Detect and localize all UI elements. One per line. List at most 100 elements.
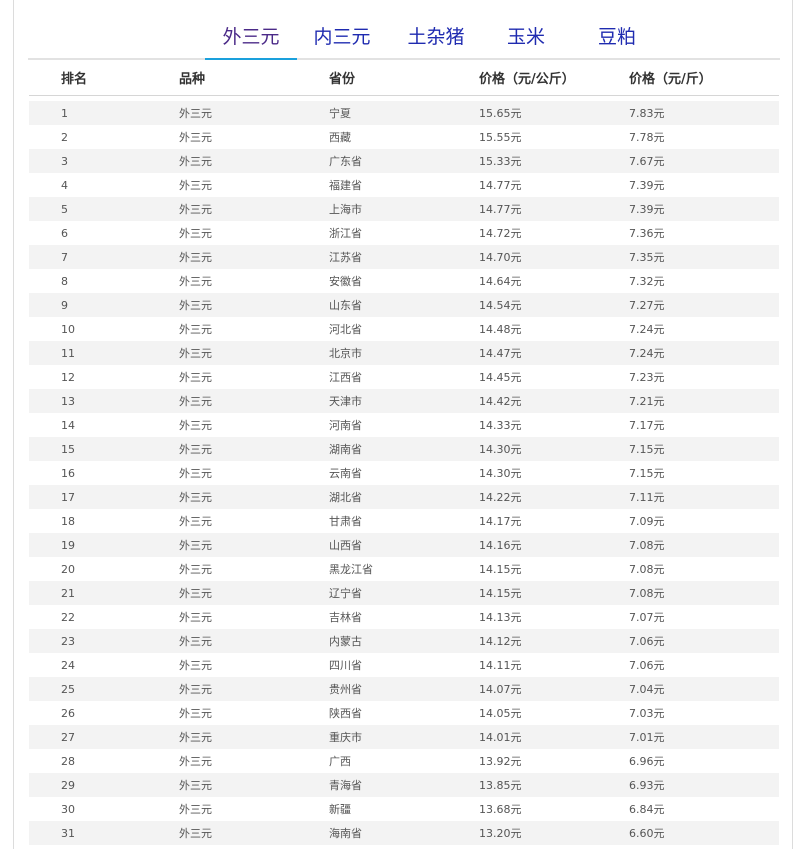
tab-doupo[interactable]: 豆粕 <box>591 22 643 58</box>
cell-price-jin: 7.83元 <box>629 101 779 125</box>
table-row: 24 外三元 四川省 14.11元 7.06元 <box>29 653 779 677</box>
tab-yumi[interactable]: 玉米 <box>500 22 552 58</box>
table-row: 15 外三元 湖南省 14.30元 7.15元 <box>29 437 779 461</box>
table-row: 25 外三元 贵州省 14.07元 7.04元 <box>29 677 779 701</box>
cell-rank: 8 <box>29 269 179 293</box>
cell-variety: 外三元 <box>179 149 329 173</box>
cell-province: 安徽省 <box>329 269 479 293</box>
cell-variety: 外三元 <box>179 605 329 629</box>
variety-tabs: 外三元 内三元 土杂猪 玉米 豆粕 <box>28 0 780 60</box>
table-row: 27 外三元 重庆市 14.01元 7.01元 <box>29 725 779 749</box>
cell-province: 广东省 <box>329 149 479 173</box>
cell-price-kg: 14.16元 <box>479 533 629 557</box>
cell-variety: 外三元 <box>179 725 329 749</box>
cell-price-kg: 14.45元 <box>479 365 629 389</box>
cell-price-kg: 14.11元 <box>479 653 629 677</box>
cell-province: 内蒙古 <box>329 629 479 653</box>
cell-province: 重庆市 <box>329 725 479 749</box>
cell-province: 江西省 <box>329 365 479 389</box>
cell-price-kg: 14.30元 <box>479 461 629 485</box>
cell-price-kg: 14.70元 <box>479 245 629 269</box>
cell-variety: 外三元 <box>179 197 329 221</box>
cell-province: 北京市 <box>329 341 479 365</box>
tab-neisanyuan[interactable]: 内三元 <box>306 22 378 58</box>
cell-province: 宁夏 <box>329 101 479 125</box>
cell-variety: 外三元 <box>179 773 329 797</box>
cell-price-jin: 7.11元 <box>629 485 779 509</box>
cell-province: 西藏 <box>329 125 479 149</box>
cell-variety: 外三元 <box>179 317 329 341</box>
cell-rank: 1 <box>29 101 179 125</box>
table-row: 26 外三元 陕西省 14.05元 7.03元 <box>29 701 779 725</box>
cell-rank: 26 <box>29 701 179 725</box>
cell-province: 湖北省 <box>329 485 479 509</box>
table-row: 17 外三元 湖北省 14.22元 7.11元 <box>29 485 779 509</box>
cell-price-jin: 7.06元 <box>629 653 779 677</box>
cell-variety: 外三元 <box>179 821 329 845</box>
cell-variety: 外三元 <box>179 509 329 533</box>
cell-province: 吉林省 <box>329 605 479 629</box>
cell-province: 福建省 <box>329 173 479 197</box>
table-row: 28 外三元 广西 13.92元 6.96元 <box>29 749 779 773</box>
cell-province: 山东省 <box>329 293 479 317</box>
cell-price-jin: 7.03元 <box>629 701 779 725</box>
cell-price-kg: 14.54元 <box>479 293 629 317</box>
cell-province: 四川省 <box>329 653 479 677</box>
cell-rank: 24 <box>29 653 179 677</box>
cell-rank: 27 <box>29 725 179 749</box>
cell-variety: 外三元 <box>179 461 329 485</box>
cell-rank: 18 <box>29 509 179 533</box>
cell-price-kg: 14.30元 <box>479 437 629 461</box>
cell-price-kg: 14.77元 <box>479 173 629 197</box>
header-rank: 排名 <box>29 60 179 96</box>
cell-price-jin: 7.24元 <box>629 341 779 365</box>
header-price-jin: 价格（元/斤） <box>629 60 779 96</box>
cell-price-kg: 14.12元 <box>479 629 629 653</box>
cell-variety: 外三元 <box>179 173 329 197</box>
cell-rank: 7 <box>29 245 179 269</box>
cell-price-jin: 7.01元 <box>629 725 779 749</box>
table-row: 9 外三元 山东省 14.54元 7.27元 <box>29 293 779 317</box>
cell-price-kg: 14.15元 <box>479 581 629 605</box>
cell-province: 天津市 <box>329 389 479 413</box>
cell-rank: 20 <box>29 557 179 581</box>
tab-waisanyuan[interactable]: 外三元 <box>205 22 297 60</box>
cell-province: 浙江省 <box>329 221 479 245</box>
cell-variety: 外三元 <box>179 677 329 701</box>
cell-rank: 25 <box>29 677 179 701</box>
cell-variety: 外三元 <box>179 533 329 557</box>
cell-price-jin: 7.23元 <box>629 365 779 389</box>
table-row: 20 外三元 黑龙江省 14.15元 7.08元 <box>29 557 779 581</box>
cell-rank: 11 <box>29 341 179 365</box>
cell-variety: 外三元 <box>179 629 329 653</box>
cell-price-jin: 6.84元 <box>629 797 779 821</box>
table-row: 11 外三元 北京市 14.47元 7.24元 <box>29 341 779 365</box>
cell-price-kg: 14.47元 <box>479 341 629 365</box>
cell-rank: 9 <box>29 293 179 317</box>
table-row: 2 外三元 西藏 15.55元 7.78元 <box>29 125 779 149</box>
cell-rank: 23 <box>29 629 179 653</box>
table-row: 1 外三元 宁夏 15.65元 7.83元 <box>29 101 779 125</box>
cell-rank: 16 <box>29 461 179 485</box>
cell-price-jin: 7.06元 <box>629 629 779 653</box>
cell-variety: 外三元 <box>179 413 329 437</box>
cell-price-jin: 7.32元 <box>629 269 779 293</box>
cell-price-kg: 14.07元 <box>479 677 629 701</box>
cell-variety: 外三元 <box>179 245 329 269</box>
cell-province: 辽宁省 <box>329 581 479 605</box>
table-row: 5 外三元 上海市 14.77元 7.39元 <box>29 197 779 221</box>
cell-price-kg: 13.92元 <box>479 749 629 773</box>
cell-price-jin: 7.08元 <box>629 581 779 605</box>
table-row: 4 外三元 福建省 14.77元 7.39元 <box>29 173 779 197</box>
tab-tuzazhu[interactable]: 土杂猪 <box>396 22 476 58</box>
cell-price-jin: 7.24元 <box>629 317 779 341</box>
cell-rank: 29 <box>29 773 179 797</box>
cell-province: 贵州省 <box>329 677 479 701</box>
cell-province: 江苏省 <box>329 245 479 269</box>
cell-rank: 31 <box>29 821 179 845</box>
cell-variety: 外三元 <box>179 341 329 365</box>
cell-rank: 19 <box>29 533 179 557</box>
cell-price-jin: 7.09元 <box>629 509 779 533</box>
header-variety: 品种 <box>179 60 329 96</box>
cell-price-kg: 14.05元 <box>479 701 629 725</box>
